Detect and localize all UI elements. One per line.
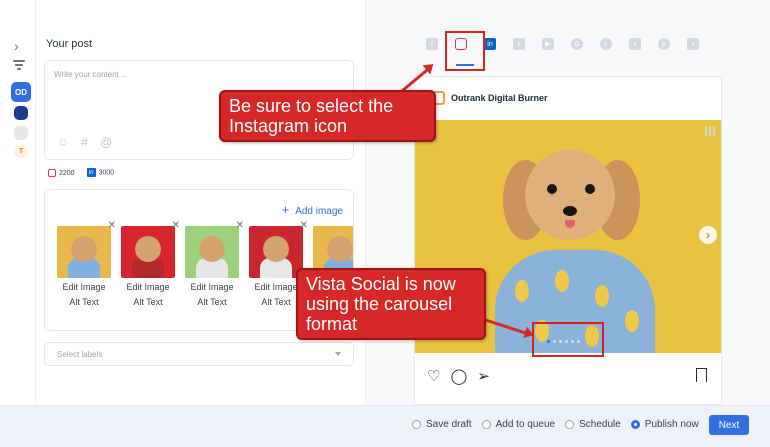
- account-name: Outrank Digital Burner: [451, 93, 548, 103]
- alt-text-link[interactable]: Alt Text: [185, 296, 239, 308]
- google-icon[interactable]: G: [571, 38, 583, 50]
- labels-placeholder: Select labels: [57, 350, 103, 359]
- radio-icon[interactable]: [412, 420, 421, 429]
- callout-carousel: Vista Social is now using the carousel f…: [296, 268, 486, 340]
- plus-icon: +: [281, 202, 290, 217]
- remove-icon[interactable]: ✕: [300, 220, 308, 231]
- media-thumb[interactable]: ✕ Edit Image Alt Text: [185, 220, 244, 308]
- post-editor: Your post Write your content ... ☺ # @ 2…: [36, 0, 366, 405]
- media-thumb[interactable]: ✕ Edit Image Alt Text: [249, 220, 308, 308]
- emoji-icon[interactable]: ☺: [57, 135, 69, 149]
- alt-text-link[interactable]: Alt Text: [249, 296, 303, 308]
- alt-text-link[interactable]: Alt Text: [57, 296, 111, 308]
- edit-image-link[interactable]: Edit Image: [249, 281, 303, 293]
- linkedin-count: in 3000: [86, 168, 114, 177]
- vimeo-icon[interactable]: v: [629, 38, 641, 50]
- radio-icon[interactable]: [565, 420, 575, 429]
- radio-icon[interactable]: [481, 420, 491, 429]
- carousel-dots-highlight-box: [532, 322, 604, 357]
- radio-icon[interactable]: [630, 420, 640, 429]
- tiktok-icon[interactable]: ♪: [687, 38, 699, 50]
- comment-icon[interactable]: ◯: [450, 367, 467, 385]
- pinterest-icon[interactable]: p: [658, 38, 670, 50]
- edit-image-link[interactable]: Edit Image: [185, 281, 239, 293]
- alt-text-link[interactable]: Alt Text: [121, 296, 175, 308]
- hashtag-icon[interactable]: #: [81, 135, 88, 149]
- media-thumb[interactable]: ✕ Edit Image Alt Text: [57, 220, 116, 308]
- chevron-right-icon[interactable]: ›: [14, 38, 19, 54]
- publish-option-radio[interactable]: Schedule: [565, 419, 621, 430]
- mention-icon[interactable]: @: [100, 135, 112, 149]
- next-button[interactable]: Next: [709, 415, 749, 435]
- thumb-image[interactable]: [249, 226, 303, 278]
- linkedin-icon[interactable]: in: [484, 38, 496, 50]
- heart-icon[interactable]: ♡: [427, 367, 440, 385]
- editor-tools: ☺ # @: [57, 135, 112, 149]
- footer-bar: Save draft Add to queue Schedule Publish no…: [0, 405, 770, 447]
- publish-option-radio[interactable]: Add to queue: [481, 419, 555, 430]
- filter-icon[interactable]: [13, 58, 25, 72]
- profile-avatar[interactable]: [14, 106, 28, 120]
- dog-nose: [563, 206, 577, 216]
- instagram-icon: [48, 168, 56, 177]
- chevron-down-icon: [335, 352, 341, 356]
- post-header: Outrank Digital Burner: [431, 91, 548, 105]
- instagram-count: 2200: [48, 168, 75, 177]
- post-actions: ♡ ◯ ➢: [427, 367, 490, 385]
- twitter-icon[interactable]: t: [513, 38, 525, 50]
- dog-eye: [547, 184, 557, 194]
- linkedin-icon: in: [86, 168, 96, 177]
- facebook-icon[interactable]: f: [426, 38, 438, 50]
- youtube-icon[interactable]: ▶: [542, 38, 554, 50]
- section-title: Your post: [46, 38, 93, 50]
- dog-eye: [585, 184, 595, 194]
- remove-icon[interactable]: ✕: [108, 220, 116, 231]
- thumb-image[interactable]: [57, 226, 111, 278]
- publish-option-radio[interactable]: Publish now: [630, 419, 699, 430]
- publish-option-radio[interactable]: Save draft: [412, 419, 472, 430]
- reddit-icon[interactable]: r: [600, 38, 612, 50]
- callout-instagram: Be sure to select the Instagram icon: [219, 90, 436, 142]
- profile-avatar[interactable]: [14, 126, 28, 140]
- media-thumb[interactable]: ✕ Edit Image Alt Text: [121, 220, 180, 308]
- grid-icon[interactable]: [705, 126, 715, 136]
- bookmark-icon[interactable]: [696, 368, 707, 382]
- thumb-image[interactable]: [185, 226, 239, 278]
- remove-icon[interactable]: ✕: [172, 220, 180, 231]
- thumb-image[interactable]: [121, 226, 175, 278]
- content-placeholder: Write your content ...: [54, 70, 128, 79]
- remove-icon[interactable]: ✕: [236, 220, 244, 231]
- carousel-next-icon[interactable]: ›: [699, 226, 717, 244]
- edit-image-link[interactable]: Edit Image: [121, 281, 175, 293]
- add-image-button[interactable]: + Add image: [282, 202, 343, 217]
- character-counts: 2200 in 3000: [48, 168, 114, 177]
- publish-options: Save draft Add to queue Schedule Publish no…: [412, 419, 699, 430]
- profile-avatar[interactable]: T: [14, 144, 28, 158]
- instagram-highlight-box: [445, 31, 485, 71]
- profile-avatar-od[interactable]: OD: [11, 82, 31, 102]
- left-rail: › OD T: [0, 0, 36, 447]
- edit-image-link[interactable]: Edit Image: [57, 281, 111, 293]
- labels-select[interactable]: Select labels: [44, 342, 354, 366]
- share-icon[interactable]: ➢: [477, 367, 490, 385]
